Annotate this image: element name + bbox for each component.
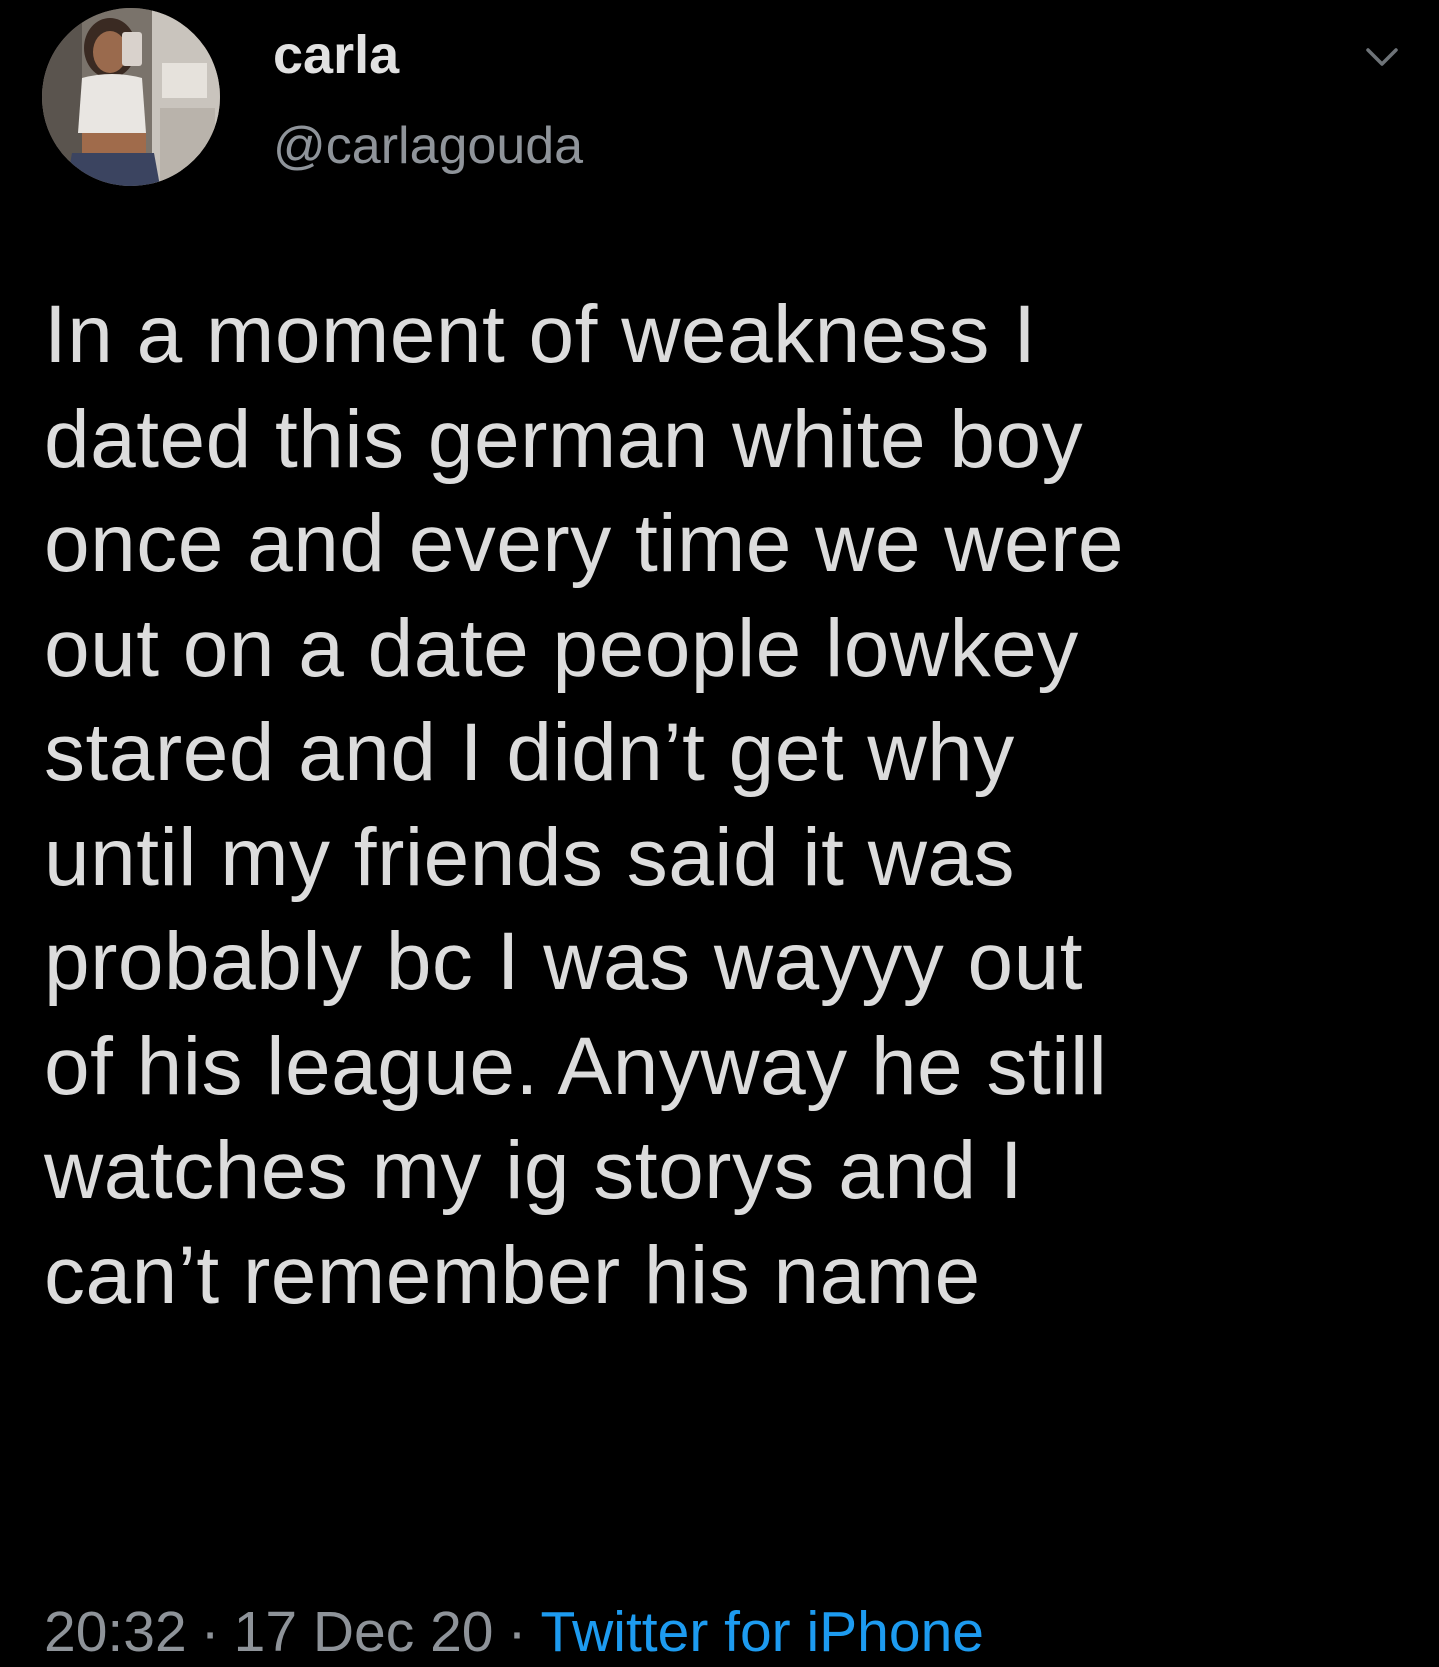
tweet-card: carla @carlagouda In a moment of weaknes… [0, 0, 1439, 1667]
tweet-date: 17 Dec 20 [233, 1600, 494, 1664]
tweet-text: In a moment of weakness I dated this ger… [44, 289, 1125, 1321]
meta-separator: · [507, 1600, 527, 1664]
author-handle[interactable]: @carlagouda [273, 120, 583, 172]
tweet-source-link[interactable]: Twitter for iPhone [540, 1600, 984, 1664]
profile-photo-icon [42, 8, 220, 186]
author-name[interactable]: carla [273, 28, 399, 82]
chevron-down-icon[interactable] [1362, 36, 1402, 76]
avatar[interactable] [42, 8, 220, 186]
tweet-time: 20:32 [44, 1600, 187, 1664]
meta-separator: · [200, 1600, 220, 1664]
tweet-meta: 20:32 · 17 Dec 20 · Twitter for iPhone [44, 1604, 984, 1661]
